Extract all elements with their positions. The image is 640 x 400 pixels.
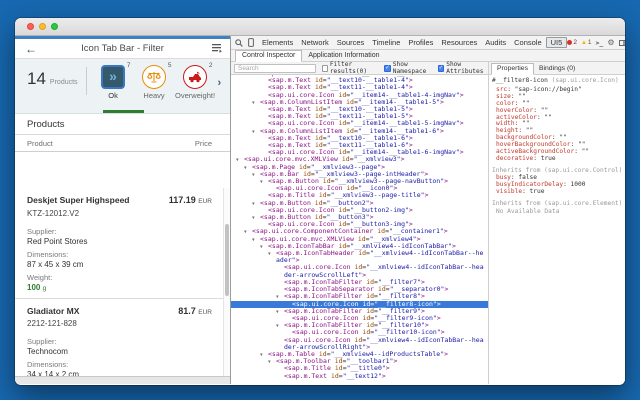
- product-name: Deskjet Super Highspeed: [27, 195, 130, 206]
- product-count: 14 Products: [27, 69, 78, 89]
- devtools-tab-sources[interactable]: Sources: [333, 37, 369, 48]
- weight-value: 100 g: [27, 283, 212, 292]
- product-row[interactable]: Deskjet Super Highspeed 117.19 EUR KTZ-1…: [15, 188, 223, 299]
- supplier-value: Red Point Stores: [27, 237, 212, 246]
- dimensions-label: Dimensions:: [27, 250, 212, 259]
- tree-row[interactable]: ▼<sap.m.IconTabHeader id="__xmlview4--id…: [231, 250, 488, 264]
- properties-panel: #__filter8-icon (sap.ui.core.Icon) src: …: [488, 75, 625, 384]
- table-header: Product Price: [15, 135, 230, 152]
- checkbox-icon[interactable]: ✓: [384, 65, 391, 72]
- devtools-tab-ui5[interactable]: UI5: [546, 37, 568, 48]
- minimize-window-button[interactable]: [39, 23, 46, 30]
- column-price: Price: [195, 139, 212, 148]
- product-row[interactable]: Gladiator MX 81.7 EUR 2212-121-828 Suppl…: [15, 299, 223, 376]
- inspect-element-icon[interactable]: [235, 39, 243, 47]
- property-row: decorative: true: [492, 156, 623, 163]
- checkbox-label: Filter results(0): [330, 61, 378, 75]
- back-arrow-icon[interactable]: ←: [25, 43, 37, 55]
- warning-badge[interactable]: ▲ 1: [581, 39, 592, 46]
- elements-tree: ▼<sap.m.ColumnListItem id="__item14-__ta…: [231, 75, 488, 384]
- app-pane: ← Icon Tab Bar - Filter 14 Products: [15, 36, 230, 384]
- tree-row[interactable]: <sap.ui.core.Icon id="__xmlview4--idIcon…: [231, 264, 488, 278]
- devtools-toolbar: ElementsNetworkSourcesTimelineProfilesRe…: [231, 36, 625, 50]
- product-list: Deskjet Super Highspeed 117.19 EUR KTZ-1…: [15, 188, 223, 376]
- product-code: 2212-121-828: [27, 319, 212, 328]
- dimensions-label: Dimensions:: [27, 360, 212, 369]
- app-header: ← Icon Tab Bar - Filter: [15, 39, 230, 59]
- product-price: 81.7 EUR: [178, 306, 212, 317]
- close-window-button[interactable]: [27, 23, 34, 30]
- devtools-tab-audits[interactable]: Audits: [481, 37, 510, 48]
- page-title: Icon Tab Bar - Filter: [15, 43, 230, 54]
- supplier-label: Supplier:: [27, 337, 212, 346]
- products-section-title: Products: [15, 114, 230, 135]
- window-titlebar: [15, 18, 625, 36]
- inherited-properties: Inherits from (sap.ui.core.Control)busy:…: [492, 168, 623, 216]
- supplier-label: Supplier:: [27, 227, 212, 236]
- product-code: KTZ-12012.V2: [27, 209, 212, 218]
- product-price: 117.19 EUR: [169, 195, 212, 206]
- dimensions-value: 87 x 45 x 39 cm: [27, 260, 212, 269]
- overflow-icon[interactable]: [212, 44, 222, 53]
- property-row: visible: true: [492, 189, 623, 196]
- checkbox-show-namespace[interactable]: ✓Show Namespace: [384, 61, 431, 75]
- filter-checkboxes: Filter results(0)✓Show Namespace✓Show At…: [316, 61, 488, 75]
- search-input[interactable]: [234, 64, 316, 73]
- checkbox-icon[interactable]: [322, 65, 328, 72]
- devtools-pane: ElementsNetworkSourcesTimelineProfilesRe…: [230, 36, 625, 384]
- props-tab-properties[interactable]: Properties: [491, 63, 534, 75]
- app-scrollbar-thumb[interactable]: [225, 224, 229, 296]
- product-name: Gladiator MX: [27, 306, 79, 317]
- app-footer-bar: [15, 376, 230, 384]
- column-product: Product: [27, 139, 53, 148]
- devtools-tab-profiles[interactable]: Profiles: [404, 37, 437, 48]
- props-tab-bindings-0-[interactable]: Bindings (0): [534, 64, 580, 74]
- no-data-message: No Available Data: [492, 209, 623, 216]
- tree-filterbar: Filter results(0)✓Show Namespace✓Show At…: [231, 62, 488, 75]
- error-badge[interactable]: 2: [567, 39, 577, 46]
- devtools-tab-elements[interactable]: Elements: [258, 37, 297, 48]
- begin-icon: »: [101, 65, 125, 89]
- subtab-application-information[interactable]: Application Information: [302, 51, 385, 61]
- settings-icon[interactable]: ⚙: [607, 39, 614, 47]
- checkbox-label: Show Attributes: [446, 61, 488, 75]
- devtools-tab-network[interactable]: Network: [297, 37, 333, 48]
- expand-arrow-icon[interactable]: ▼: [268, 251, 271, 258]
- checkbox-label: Show Namespace: [393, 61, 432, 75]
- inherits-from-header: Inherits from (sap.ui.core.Element): [492, 201, 623, 208]
- own-properties: src: "sap-icon://begin"size: ""color: ""…: [492, 87, 623, 163]
- tab-scroll-right-icon[interactable]: ›: [218, 77, 222, 89]
- checkbox-icon[interactable]: ✓: [438, 65, 445, 72]
- zoom-window-button[interactable]: [51, 23, 58, 30]
- tab-divider: [86, 67, 87, 95]
- tree-row[interactable]: <sap.m.Text id="__text12">: [231, 373, 488, 380]
- devtools-tab-resources[interactable]: Resources: [437, 37, 481, 48]
- tab-filter-heavy[interactable]: 5 Heavy: [134, 59, 175, 100]
- devtools-tabs: ElementsNetworkSourcesTimelineProfilesRe…: [258, 37, 567, 48]
- weight-label: Weight:: [27, 273, 212, 282]
- scales-icon: [142, 65, 166, 89]
- devtools-toolbar-right: 2 ▲ 1 >_ ⚙ ×: [567, 38, 625, 48]
- warning-triangle-icon: ▲: [581, 40, 587, 46]
- checkbox-filter-results-0-[interactable]: Filter results(0): [322, 61, 378, 75]
- checkbox-show-attributes[interactable]: ✓Show Attributes: [438, 61, 488, 75]
- browser-window: ← Icon Tab Bar - Filter 14 Products: [15, 18, 625, 385]
- icon-tab-bar: 14 Products 7 » Ok 5: [15, 59, 230, 114]
- properties-tabs: PropertiesBindings (0): [488, 62, 625, 75]
- error-dot-icon: [567, 40, 572, 45]
- dock-side-icon[interactable]: [619, 40, 625, 46]
- devtools-tab-console[interactable]: Console: [510, 37, 546, 48]
- console-drawer-icon[interactable]: >_: [596, 39, 604, 47]
- device-toolbar-icon[interactable]: [248, 38, 254, 47]
- overweight-icon: [183, 65, 207, 89]
- tab-filter-ok[interactable]: 7 » Ok: [93, 59, 134, 100]
- supplier-value: Technocom: [27, 347, 212, 356]
- tab-filter-overweight[interactable]: 2 Overweight!: [175, 59, 216, 100]
- selected-tab-underline: [103, 110, 144, 113]
- tree-row[interactable]: <sap.ui.core.Icon id="__xmlview4--idIcon…: [231, 337, 488, 351]
- selected-control-header: #__filter8-icon (sap.ui.core.Icon): [492, 78, 623, 85]
- subtab-control-inspector[interactable]: Control Inspector: [235, 50, 302, 62]
- app-scrollbar[interactable]: [223, 188, 230, 376]
- devtools-tab-timeline[interactable]: Timeline: [368, 37, 404, 48]
